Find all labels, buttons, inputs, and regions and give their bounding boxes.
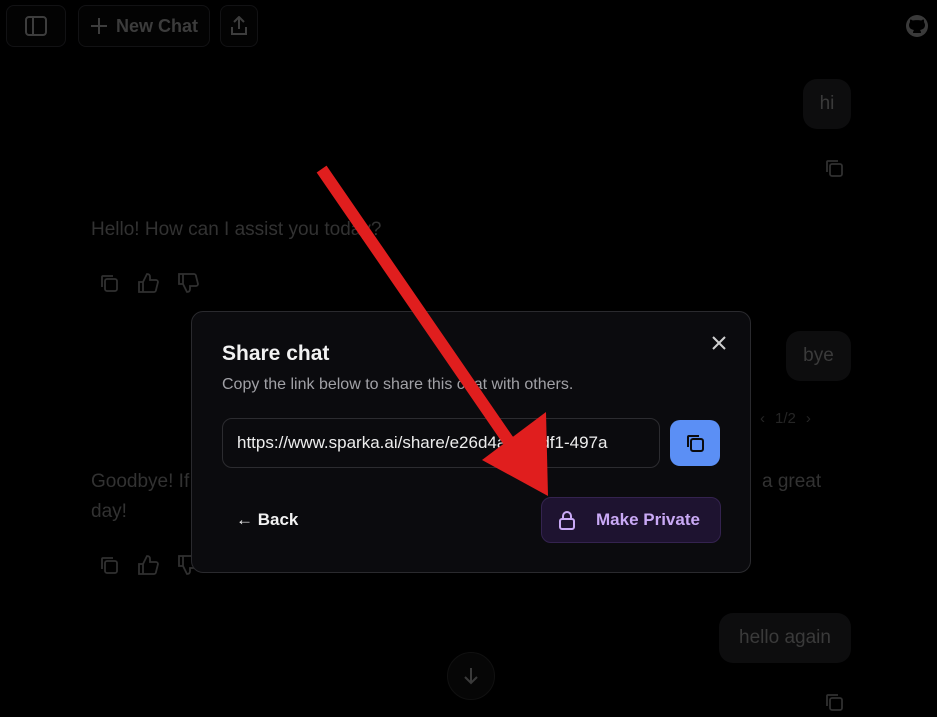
back-button[interactable]: ← Back [236,510,298,530]
share-chat-dialog: Share chat Copy the link below to share … [191,311,751,573]
dialog-title: Share chat [222,342,330,365]
copy-link-button[interactable] [670,420,720,466]
dialog-description: Copy the link below to share this chat w… [222,376,574,393]
copy-icon [687,435,704,452]
share-url-input[interactable] [222,418,660,468]
make-private-label: Make Private [596,510,700,529]
make-private-button[interactable]: Make Private [541,497,721,543]
lock-icon [558,510,576,530]
close-icon[interactable] [710,334,728,352]
back-label: ← Back [236,510,299,529]
